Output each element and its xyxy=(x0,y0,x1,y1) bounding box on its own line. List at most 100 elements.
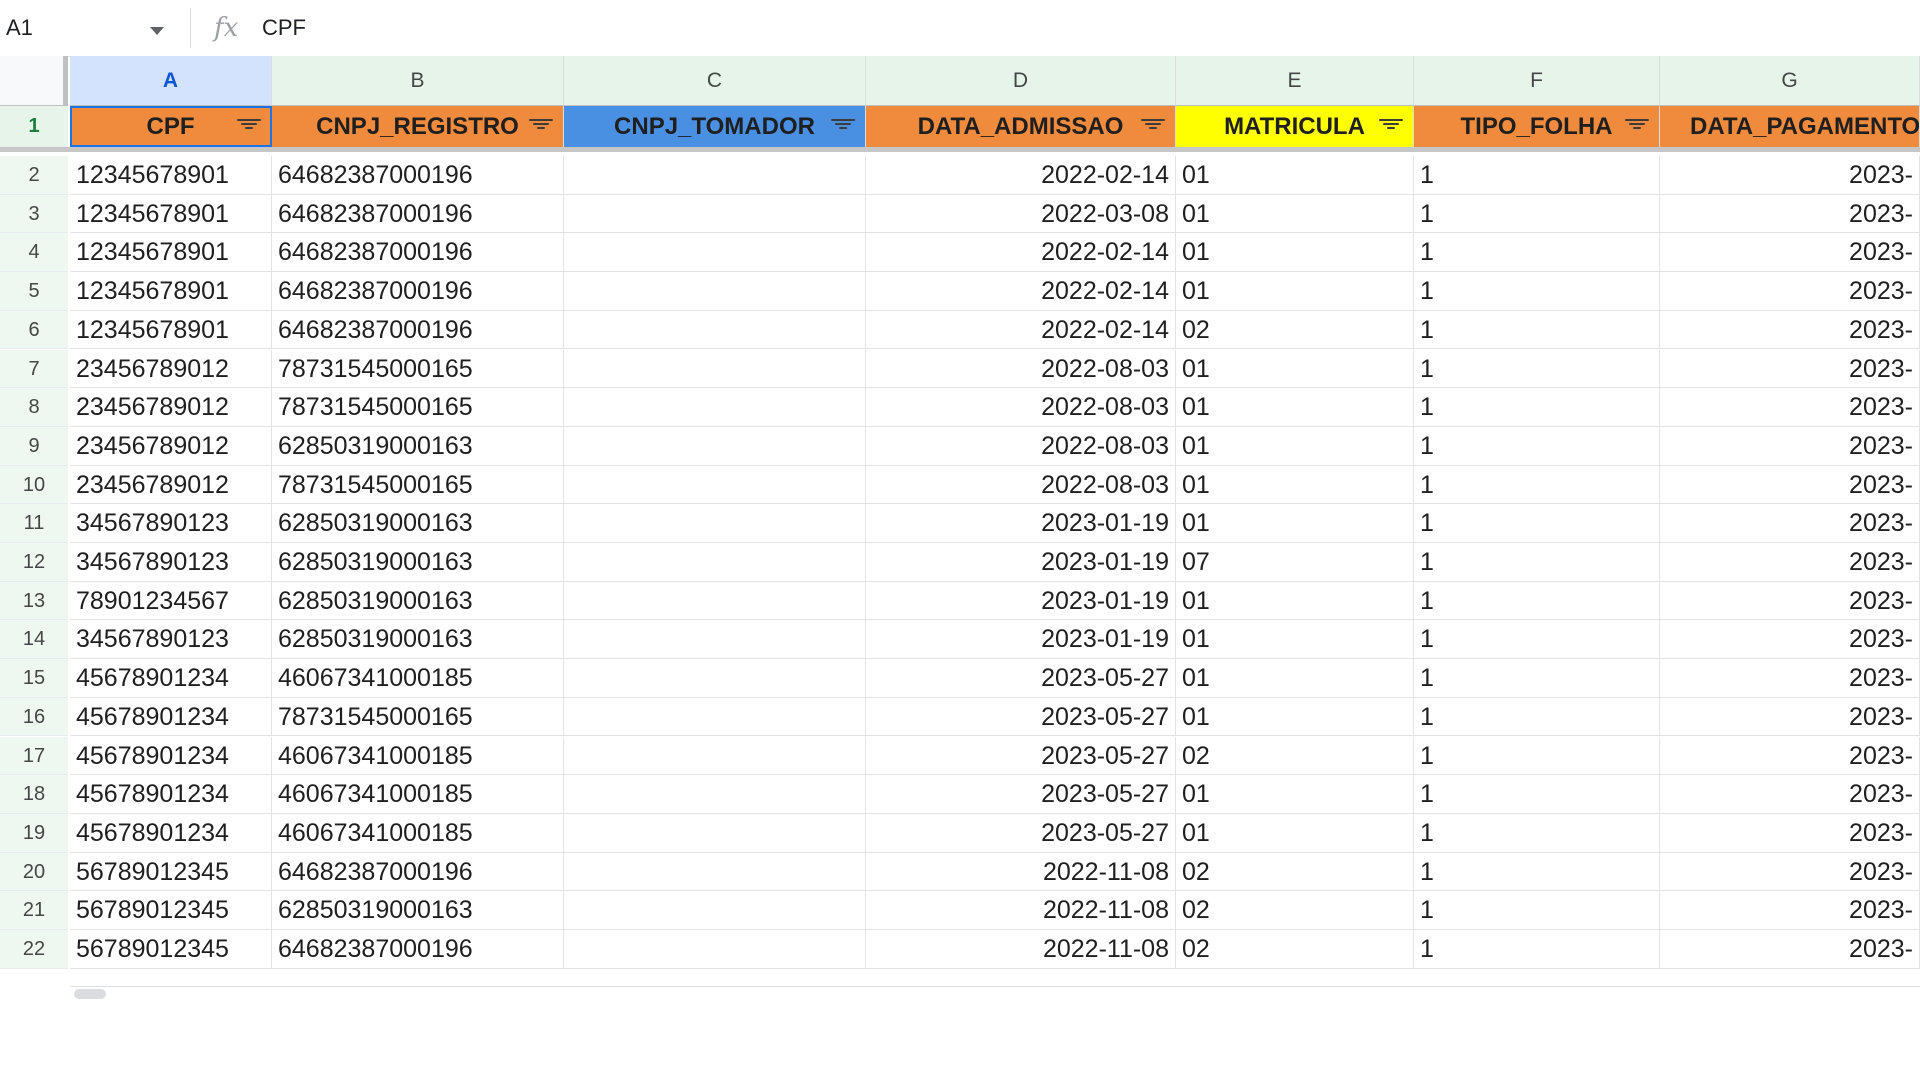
table-cell[interactable]: 2022-02-14 xyxy=(866,156,1176,195)
table-cell[interactable]: 2023-05-27 xyxy=(866,659,1176,698)
row-header-10[interactable]: 10 xyxy=(0,465,68,505)
table-cell[interactable] xyxy=(564,697,866,737)
table-cell[interactable]: 12345678901 xyxy=(70,233,272,273)
column-header-a[interactable]: A xyxy=(70,56,272,106)
table-cell[interactable]: 2023-01-19 xyxy=(866,543,1176,582)
table-cell[interactable]: 01 xyxy=(1176,426,1414,466)
table-cell[interactable]: 07 xyxy=(1176,543,1414,582)
row-header-17[interactable]: 17 xyxy=(0,736,68,776)
table-cell[interactable]: 23456789012 xyxy=(70,465,272,505)
table-cell[interactable]: 64682387000196 xyxy=(272,272,564,311)
table-cell[interactable]: 46067341000185 xyxy=(272,813,564,853)
table-cell[interactable]: 2023- xyxy=(1660,813,1920,853)
table-cell[interactable] xyxy=(564,272,866,311)
table-cell[interactable]: 2023- xyxy=(1660,194,1920,234)
column-header-e[interactable]: E xyxy=(1176,56,1414,106)
row-header-7[interactable]: 7 xyxy=(0,349,68,389)
table-cell[interactable] xyxy=(564,388,866,427)
formula-input[interactable]: CPF xyxy=(262,8,306,48)
table-cell[interactable]: 34567890123 xyxy=(70,620,272,660)
table-cell[interactable]: 1 xyxy=(1414,465,1660,505)
table-cell[interactable]: 62850319000163 xyxy=(272,891,564,930)
table-cell[interactable]: 64682387000196 xyxy=(272,233,564,273)
column-header-g[interactable]: G xyxy=(1660,56,1920,106)
table-cell[interactable] xyxy=(564,310,866,350)
table-cell[interactable]: 2023-05-27 xyxy=(866,813,1176,853)
filter-icon[interactable] xyxy=(1141,119,1165,135)
table-cell[interactable]: 02 xyxy=(1176,930,1414,969)
table-cell[interactable]: 01 xyxy=(1176,813,1414,853)
table-cell[interactable] xyxy=(564,736,866,776)
table-cell[interactable]: 78731545000165 xyxy=(272,697,564,737)
filter-icon[interactable] xyxy=(1625,119,1649,135)
table-cell[interactable]: 64682387000196 xyxy=(272,930,564,969)
table-cell[interactable] xyxy=(564,852,866,892)
row-header-20[interactable]: 20 xyxy=(0,852,68,892)
table-cell[interactable]: 01 xyxy=(1176,272,1414,311)
table-cell[interactable]: 46067341000185 xyxy=(272,659,564,698)
table-cell[interactable] xyxy=(564,581,866,621)
select-all-corner[interactable] xyxy=(0,56,68,106)
table-cell[interactable]: 2022-02-14 xyxy=(866,310,1176,350)
table-cell[interactable]: 46067341000185 xyxy=(272,736,564,776)
row-header-6[interactable]: 6 xyxy=(0,310,68,350)
row-header-4[interactable]: 4 xyxy=(0,233,68,273)
horizontal-scrollbar[interactable] xyxy=(70,986,1920,1001)
table-cell[interactable]: 12345678901 xyxy=(70,156,272,195)
table-cell[interactable]: 1 xyxy=(1414,775,1660,814)
table-cell[interactable]: 01 xyxy=(1176,504,1414,543)
table-cell[interactable] xyxy=(564,465,866,505)
header-cell-data-admissao[interactable]: DATA_ADMISSAO xyxy=(866,106,1176,147)
row-header-5[interactable]: 5 xyxy=(0,272,68,311)
table-cell[interactable]: 2023- xyxy=(1660,310,1920,350)
table-cell[interactable]: 2022-02-14 xyxy=(866,272,1176,311)
table-cell[interactable]: 78731545000165 xyxy=(272,349,564,389)
table-cell[interactable]: 45678901234 xyxy=(70,813,272,853)
table-cell[interactable]: 2023-01-19 xyxy=(866,504,1176,543)
table-cell[interactable]: 2023- xyxy=(1660,697,1920,737)
row-header-9[interactable]: 9 xyxy=(0,426,68,466)
table-cell[interactable]: 2022-03-08 xyxy=(866,194,1176,234)
table-cell[interactable]: 2023- xyxy=(1660,426,1920,466)
table-cell[interactable] xyxy=(564,156,866,195)
table-cell[interactable]: 2023- xyxy=(1660,272,1920,311)
table-cell[interactable]: 01 xyxy=(1176,388,1414,427)
table-cell[interactable]: 1 xyxy=(1414,852,1660,892)
row-header-14[interactable]: 14 xyxy=(0,620,68,660)
row-header-3[interactable]: 3 xyxy=(0,194,68,234)
table-cell[interactable] xyxy=(564,620,866,660)
table-cell[interactable]: 1 xyxy=(1414,310,1660,350)
header-cell-cnpj-registro[interactable]: CNPJ_REGISTRO xyxy=(272,106,564,147)
table-cell[interactable]: 78731545000165 xyxy=(272,465,564,505)
table-cell[interactable]: 2022-08-03 xyxy=(866,426,1176,466)
table-cell[interactable]: 78731545000165 xyxy=(272,388,564,427)
table-cell[interactable] xyxy=(564,813,866,853)
frozen-row-divider[interactable] xyxy=(0,147,1920,152)
header-cell-matricula[interactable]: MATRICULA xyxy=(1176,106,1414,147)
table-cell[interactable]: 01 xyxy=(1176,156,1414,195)
table-cell[interactable]: 34567890123 xyxy=(70,504,272,543)
table-cell[interactable]: 2023- xyxy=(1660,156,1920,195)
table-cell[interactable]: 56789012345 xyxy=(70,852,272,892)
table-cell[interactable]: 12345678901 xyxy=(70,272,272,311)
table-cell[interactable]: 2023- xyxy=(1660,659,1920,698)
table-cell[interactable]: 1 xyxy=(1414,697,1660,737)
row-header-15[interactable]: 15 xyxy=(0,659,68,698)
table-cell[interactable]: 1 xyxy=(1414,504,1660,543)
table-cell[interactable]: 12345678901 xyxy=(70,194,272,234)
table-cell[interactable]: 23456789012 xyxy=(70,349,272,389)
table-cell[interactable]: 01 xyxy=(1176,233,1414,273)
table-cell[interactable]: 01 xyxy=(1176,620,1414,660)
row-header-19[interactable]: 19 xyxy=(0,813,68,853)
table-cell[interactable]: 01 xyxy=(1176,465,1414,505)
chevron-down-icon[interactable] xyxy=(150,27,164,35)
table-cell[interactable]: 1 xyxy=(1414,891,1660,930)
row-header-13[interactable]: 13 xyxy=(0,581,68,621)
table-cell[interactable]: 64682387000196 xyxy=(272,156,564,195)
table-cell[interactable]: 01 xyxy=(1176,194,1414,234)
row-header-22[interactable]: 22 xyxy=(0,930,68,969)
table-cell[interactable]: 1 xyxy=(1414,156,1660,195)
table-cell[interactable]: 01 xyxy=(1176,775,1414,814)
table-cell[interactable]: 78901234567 xyxy=(70,581,272,621)
row-header-11[interactable]: 11 xyxy=(0,504,68,543)
